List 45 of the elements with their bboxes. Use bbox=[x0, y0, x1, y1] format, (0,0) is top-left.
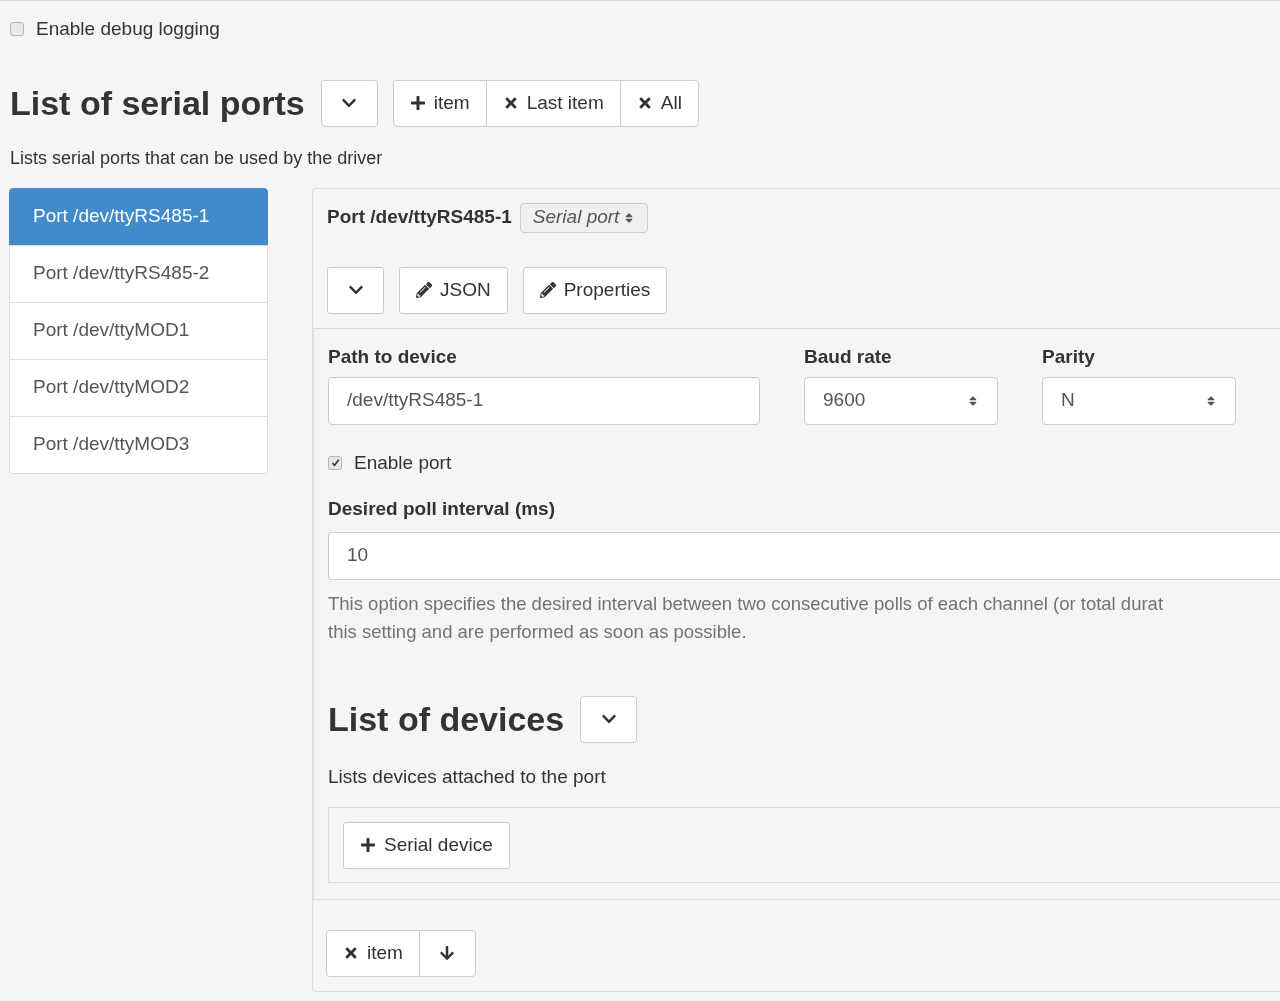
pencil-icon bbox=[416, 282, 432, 298]
select-field[interactable]: 9600 bbox=[804, 376, 998, 425]
sidebar-item[interactable]: Port /dev/ttyRS485-1 bbox=[9, 187, 268, 246]
help-text: this setting and are performed as soon as possible. bbox=[328, 619, 748, 644]
pencil-icon bbox=[539, 282, 556, 298]
check-icon bbox=[330, 458, 340, 468]
field-label: Path to device bbox=[328, 344, 458, 369]
toolbar-button[interactable]: item bbox=[392, 79, 487, 127]
input-field[interactable]: 10 bbox=[328, 531, 1280, 580]
checkbox-label: Enable port bbox=[354, 450, 452, 475]
select-field[interactable]: N bbox=[1042, 376, 1236, 425]
panel-title: Port /dev/ttyRS485-1 bbox=[327, 205, 512, 230]
section-title: List of serial ports bbox=[10, 82, 305, 124]
sort-icon bbox=[967, 394, 979, 407]
type-select[interactable]: Serial port bbox=[519, 202, 649, 233]
checkbox[interactable] bbox=[10, 22, 24, 37]
move-down-button[interactable] bbox=[418, 929, 476, 977]
toolbar-button[interactable]: All bbox=[619, 79, 699, 127]
field-label: Baud rate bbox=[804, 344, 893, 369]
collapse-button[interactable] bbox=[320, 79, 378, 127]
field-label: Desired poll interval (ms) bbox=[328, 497, 556, 521]
arrow-down-icon bbox=[439, 945, 456, 961]
sidebar-item[interactable]: Port /dev/ttyRS485-2 bbox=[9, 244, 268, 303]
sidebar-item[interactable]: Port /dev/ttyMOD1 bbox=[9, 301, 268, 360]
edit-button[interactable]: JSON bbox=[399, 266, 508, 314]
remove-button[interactable]: item bbox=[326, 929, 420, 977]
section-description: Lists serial ports that can be used by the driver bbox=[9, 146, 384, 170]
collapse-button[interactable] bbox=[580, 695, 638, 743]
checkbox[interactable] bbox=[328, 455, 342, 470]
toolbar-button[interactable]: Last item bbox=[485, 79, 621, 127]
plus-icon bbox=[360, 837, 376, 853]
sort-icon bbox=[1205, 394, 1217, 407]
section-title: List of devices bbox=[328, 698, 565, 740]
field-label: Parity bbox=[1042, 344, 1096, 369]
add-device-button[interactable]: Serial device bbox=[343, 821, 510, 869]
help-text: This option specifies the desired interval between two consecutive polls of each channel (or total durat bbox=[328, 591, 1165, 616]
section-description: Lists devices attached to the port bbox=[328, 764, 607, 789]
path-field[interactable]: /dev/ttyRS485-1 bbox=[328, 376, 760, 425]
close-icon bbox=[343, 945, 359, 961]
edit-button[interactable]: Properties bbox=[522, 266, 668, 314]
collapse-button[interactable] bbox=[327, 266, 384, 314]
checkbox-label: Enable debug logging bbox=[36, 17, 220, 41]
sidebar-item[interactable]: Port /dev/ttyMOD2 bbox=[9, 358, 268, 417]
sidebar-item[interactable]: Port /dev/ttyMOD3 bbox=[9, 415, 268, 474]
plus-icon bbox=[409, 95, 426, 111]
